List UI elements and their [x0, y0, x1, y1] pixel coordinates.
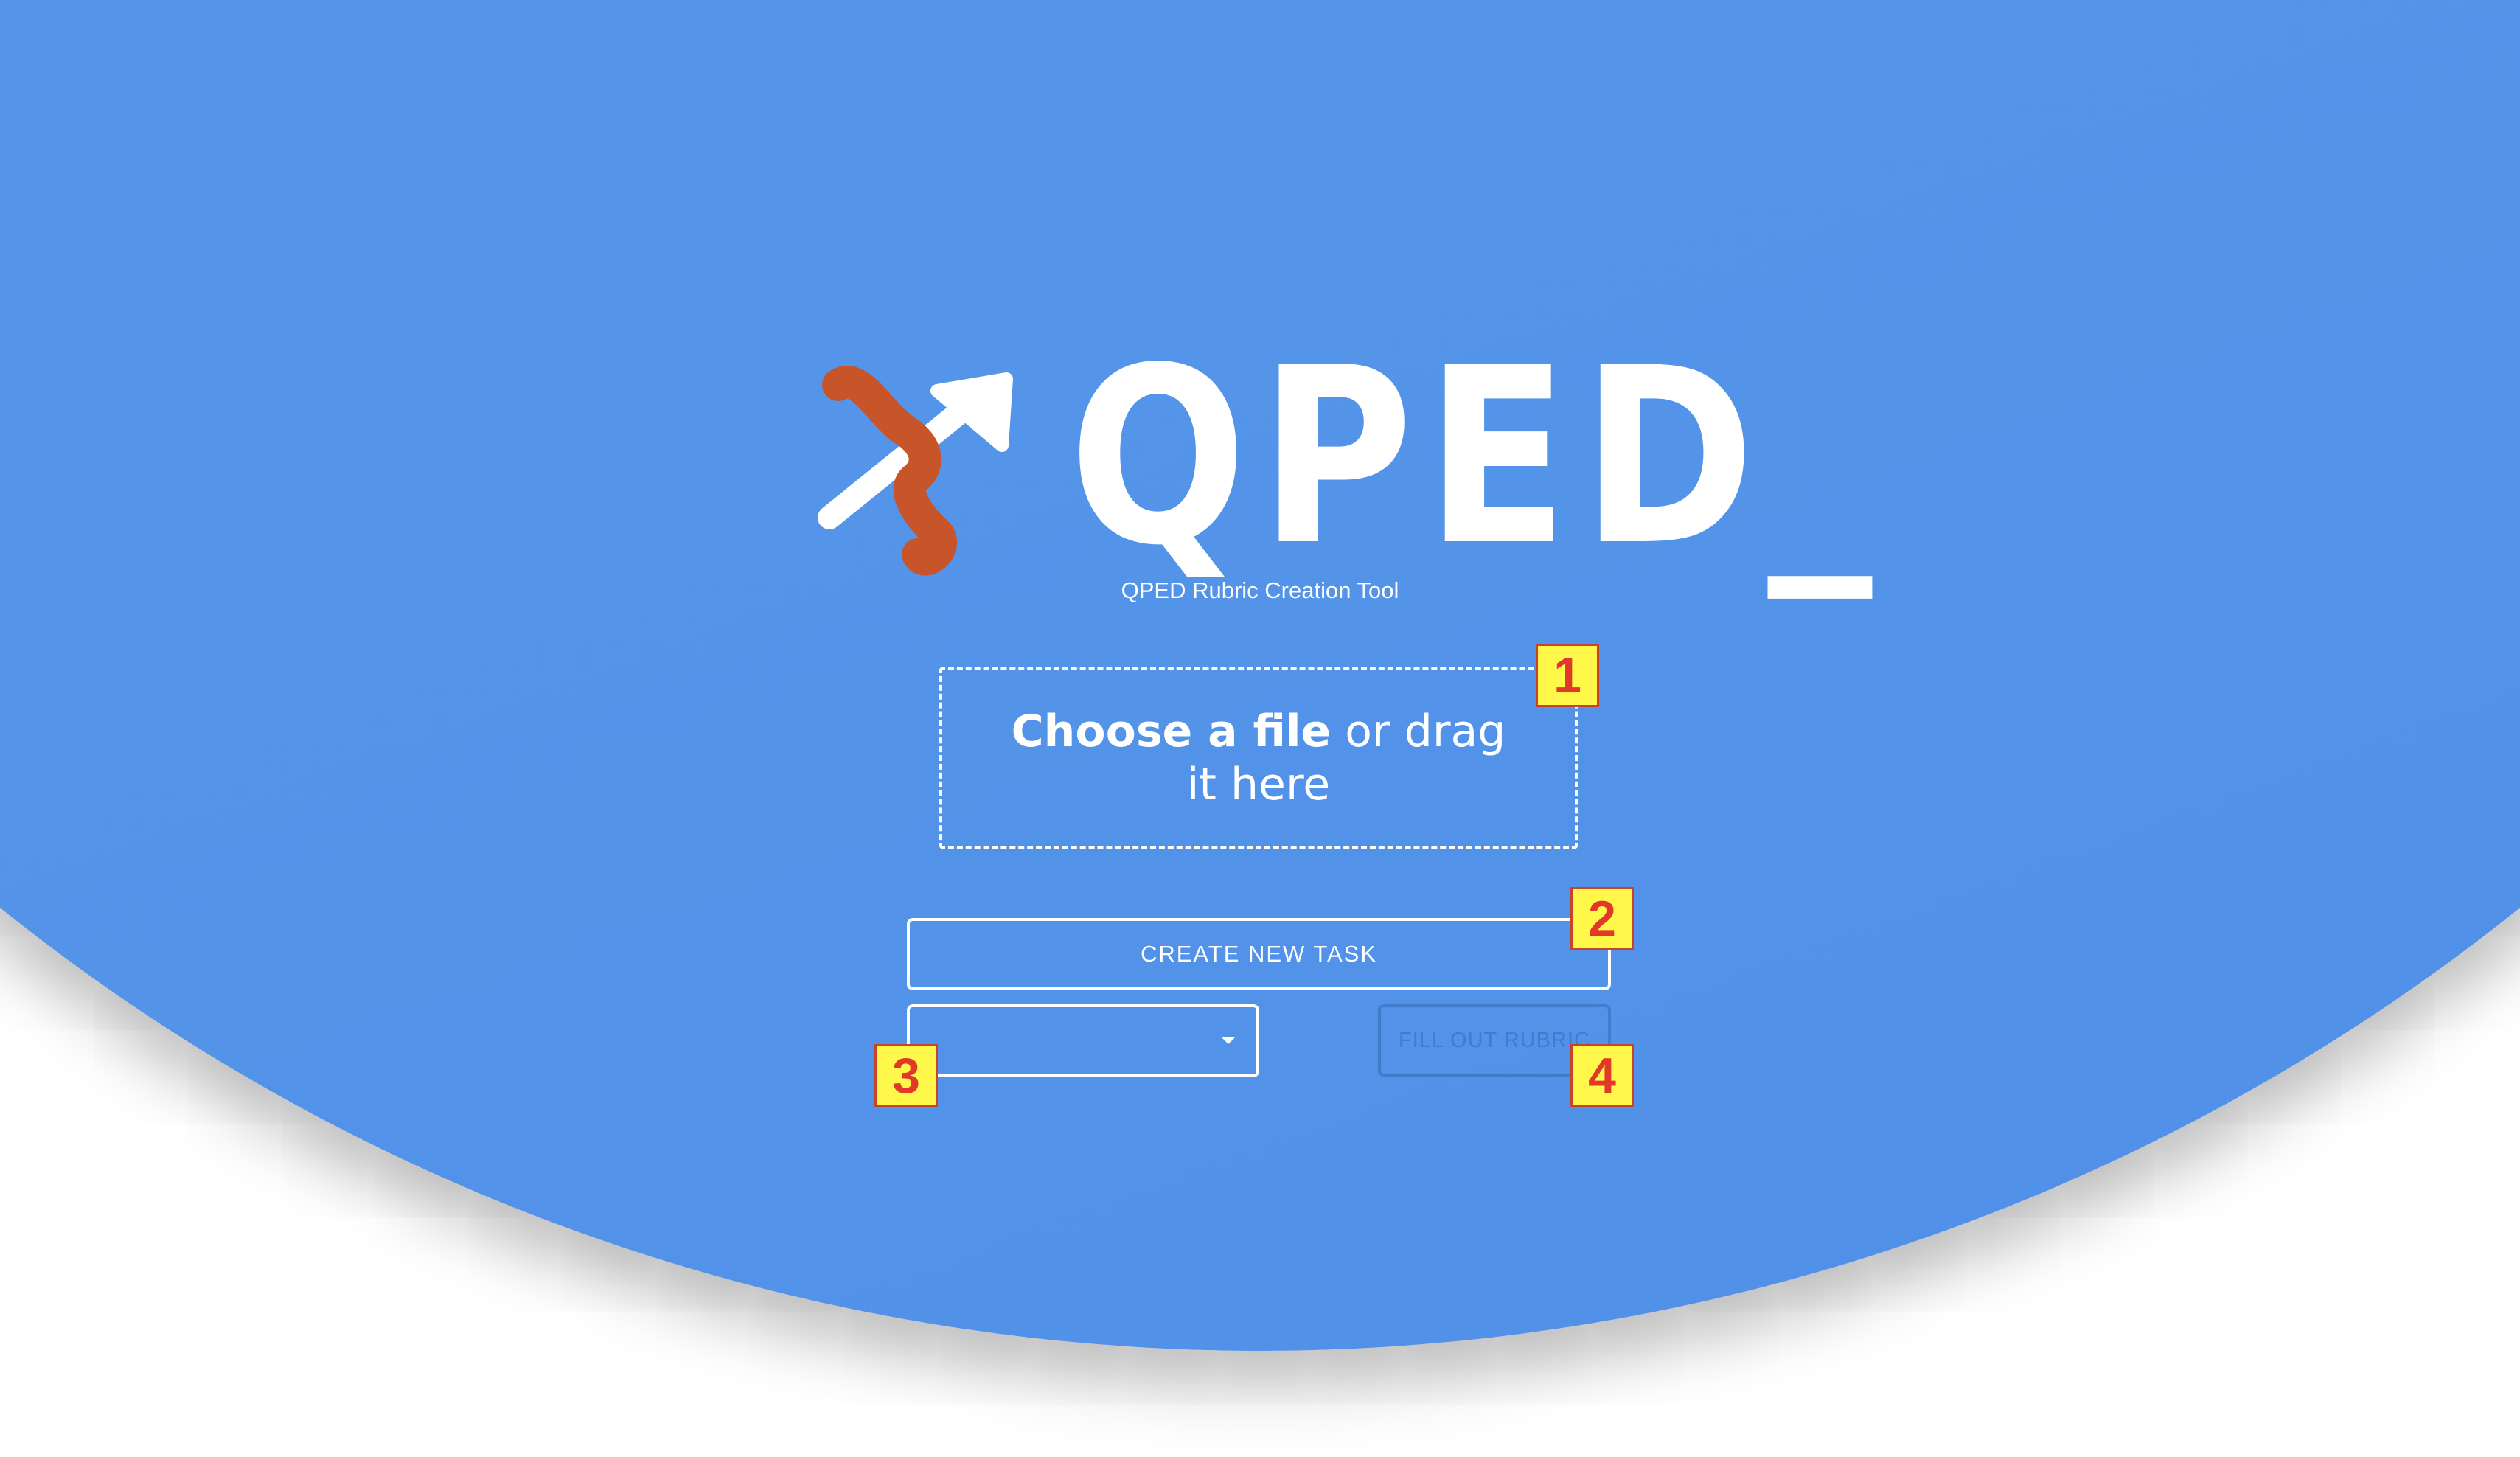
annotation-marker-1: 1 [1536, 644, 1599, 707]
dropzone-text: Choose a file or drag it here [993, 705, 1524, 811]
qped-logo-icon [818, 366, 1013, 576]
app-subtitle: QPED Rubric Creation Tool [1121, 577, 1399, 603]
annotation-marker-3: 3 [874, 1044, 938, 1107]
file-dropzone[interactable]: Choose a file or drag it here [939, 667, 1578, 849]
choose-file-link[interactable]: Choose a file [1012, 706, 1332, 757]
chevron-down-icon [1221, 1037, 1236, 1044]
page: QPED_ QPED Rubric Creation Tool Choose a… [0, 0, 2520, 1457]
annotation-marker-4: 4 [1570, 1044, 1634, 1107]
wordmark: QPED_ [1069, 316, 1885, 599]
task-select[interactable] [907, 1004, 1259, 1077]
create-new-task-button[interactable]: CREATE NEW TASK [907, 918, 1611, 990]
annotation-marker-2: 2 [1570, 887, 1634, 950]
